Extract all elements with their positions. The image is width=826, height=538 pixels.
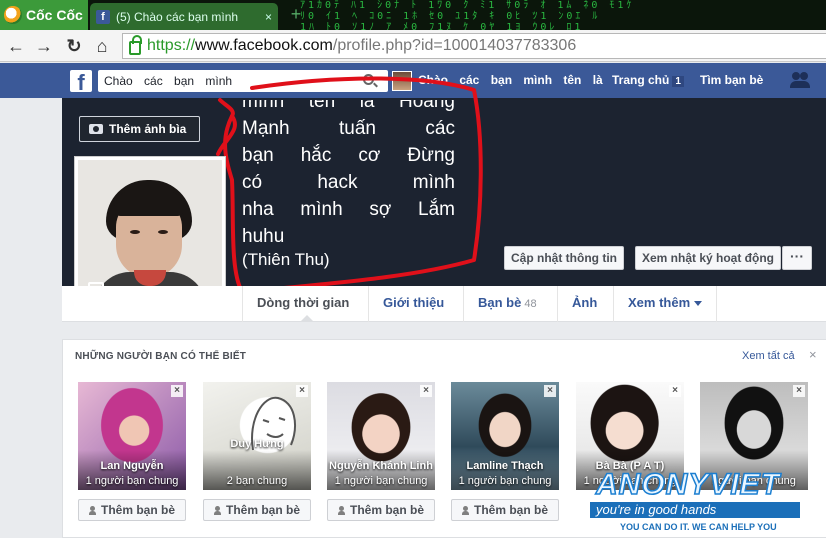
chevron-down-icon — [694, 301, 703, 307]
forward-arrow-icon[interactable]: → — [32, 34, 56, 58]
friends-count: 48 — [524, 298, 537, 310]
suggestion-name[interactable]: Duy Hưng — [203, 438, 311, 450]
home-label: Trang chủ — [612, 73, 670, 87]
dismiss-icon[interactable]: × — [420, 385, 432, 397]
find-friends-link[interactable]: Tìm bạn bè — [700, 73, 763, 87]
watermark-title: ANONYVIET — [595, 467, 781, 502]
mutual-friends[interactable]: 1 người bạn chung — [327, 475, 435, 487]
tab-more[interactable]: Xem thêm — [613, 286, 718, 322]
suggestion-card[interactable]: × Duy Hưng 2 bạn chung — [203, 382, 311, 490]
tab-more-label: Xem thêm — [628, 295, 691, 310]
suggestion-name[interactable]: Lan Nguyễn — [78, 460, 186, 472]
add-friend-label: Thêm bạn bè — [100, 503, 175, 517]
add-friend-label: Thêm bạn bè — [349, 503, 424, 517]
camera-icon — [89, 124, 103, 134]
anonyviet-watermark: ANONYVIET you're in good hands YOU CAN D… — [588, 466, 826, 538]
new-tab-button[interactable]: + — [286, 5, 306, 24]
add-friend-label: Thêm bạn bè — [473, 503, 548, 517]
watermark-band: you're in good hands — [590, 502, 800, 518]
facebook-favicon-icon: f — [96, 9, 110, 24]
add-user-icon — [461, 506, 470, 515]
add-cover-photo-button[interactable]: Thêm ảnh bìa — [79, 116, 200, 142]
add-friend-button[interactable]: Thêm bạn bè — [203, 499, 311, 521]
browser-toolbar: ← → ↻ ⌂ https://www.facebook.com/profile… — [0, 30, 826, 62]
tab-title: (5) Chào các bạn mình — [116, 9, 239, 24]
more-options-button[interactable]: ··· — [782, 246, 812, 270]
back-arrow-icon[interactable]: ← — [4, 34, 28, 58]
dismiss-icon[interactable]: × — [171, 385, 183, 397]
active-tab-pointer — [300, 315, 314, 322]
url-path: /profile.php?id=100014037783306 — [332, 37, 577, 54]
activity-log-button[interactable]: Xem nhật ký hoạt động — [635, 246, 781, 270]
suggestion-card[interactable]: × Nguyễn Khánh Linh 1 người bạn chung — [327, 382, 435, 490]
pymk-close-icon[interactable]: × — [809, 347, 817, 362]
coccoc-brand[interactable]: Cốc Cốc — [0, 0, 88, 30]
home-count-badge: 1 — [672, 76, 684, 87]
tab-friends-label: Bạn bè — [478, 295, 522, 310]
mutual-friends[interactable]: 2 bạn chung — [203, 475, 311, 487]
mutual-friends[interactable]: 1 người bạn chung — [451, 475, 559, 487]
add-cover-label: Thêm ảnh bìa — [109, 122, 187, 136]
add-friend-button[interactable]: Thêm bạn bè — [78, 499, 186, 521]
suggestion-card[interactable]: × Lan Nguyễn 1 người bạn chung — [78, 382, 186, 490]
red-annotation-circle — [216, 76, 483, 294]
secure-lock-icon — [129, 35, 142, 55]
browser-tab-facebook[interactable]: f (5) Chào các bạn mình × — [90, 3, 278, 30]
reload-icon[interactable]: ↻ — [62, 34, 86, 58]
update-info-button[interactable]: Cập nhật thông tin — [504, 246, 624, 270]
dismiss-icon[interactable]: × — [669, 385, 681, 397]
mutual-friends[interactable]: 1 người bạn chung — [78, 475, 186, 487]
add-user-icon — [337, 506, 346, 515]
add-friend-label: Thêm bạn bè — [225, 503, 300, 517]
see-all-link[interactable]: Xem tất cả — [742, 350, 795, 362]
profile-photo — [78, 160, 222, 304]
add-friend-button[interactable]: Thêm bạn bè — [451, 499, 559, 521]
suggestion-card[interactable]: × Lamline Thạch 1 người bạn chung — [451, 382, 559, 490]
home-link[interactable]: Trang chủ 1 — [612, 73, 684, 87]
pymk-title: NHỮNG NGƯỜI BẠN CÓ THỂ BIẾT — [75, 351, 247, 362]
tab-close-icon[interactable]: × — [265, 10, 272, 24]
tab-friends[interactable]: Bạn bè 48 — [463, 286, 551, 322]
address-bar[interactable]: https://www.facebook.com/profile.php?id=… — [122, 33, 826, 59]
matrix-background: ｱ1ｶ0ﾃ ﾊ1 ｼ0ﾅ ﾄ 1ﾜ0 ｸ ﾐ1 ｻ0ﾗ ｵ 1ﾑ ﾈ0 ﾓ1ｹ … — [300, 0, 635, 30]
add-user-icon — [88, 506, 97, 515]
dismiss-icon[interactable]: × — [793, 385, 805, 397]
suggestion-name[interactable]: Lamline Thạch — [451, 460, 559, 472]
url-scheme: https:// — [147, 37, 196, 54]
friend-requests-icon[interactable] — [790, 72, 810, 88]
home-icon[interactable]: ⌂ — [90, 34, 114, 58]
facebook-logo-icon[interactable]: f — [70, 70, 92, 92]
coccoc-logo-icon — [4, 6, 22, 24]
browser-tab-strip: ｱ1ｶ0ﾃ ﾊ1 ｼ0ﾅ ﾄ 1ﾜ0 ｸ ﾐ1 ｻ0ﾗ ｵ 1ﾑ ﾈ0 ﾓ1ｹ … — [0, 0, 826, 30]
watermark-sub: YOU CAN DO IT. WE CAN HELP YOU — [620, 522, 777, 532]
dismiss-icon[interactable]: × — [544, 385, 556, 397]
add-friend-button[interactable]: Thêm bạn bè — [327, 499, 435, 521]
tab-photos[interactable]: Ảnh — [557, 286, 611, 322]
add-user-icon — [213, 506, 222, 515]
brand-name: Cốc Cốc — [26, 7, 83, 23]
dismiss-icon[interactable]: × — [296, 385, 308, 397]
url-host: www.facebook.com — [195, 37, 333, 54]
suggestion-name[interactable]: Nguyễn Khánh Linh — [327, 460, 435, 472]
tab-about[interactable]: Giới thiệu — [368, 286, 458, 322]
